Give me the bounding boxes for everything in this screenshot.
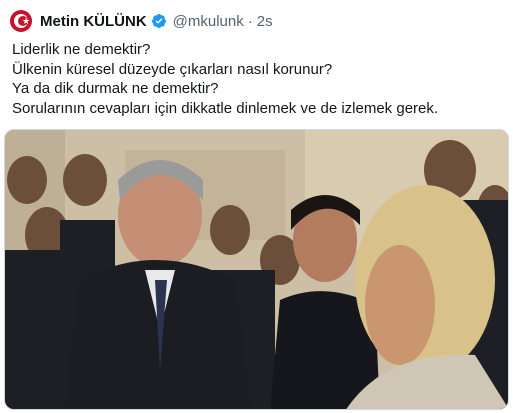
video-frame <box>5 130 508 409</box>
tweet-text-line: Liderlik ne demektir? <box>12 41 151 58</box>
avatar[interactable]: ★ <box>10 10 32 32</box>
tweet-text-line: Ya da dik durmak ne demektir? <box>12 80 219 97</box>
tweet-text-line: Sorularının cevapları için dikkatle dinl… <box>12 99 439 117</box>
tweet-timestamp[interactable]: 2s <box>257 13 273 30</box>
user-handle[interactable]: @mkulunk <box>173 13 244 30</box>
tweet-media-video[interactable] <box>4 129 509 410</box>
separator-dot: · <box>247 12 253 30</box>
star-icon: ★ <box>22 16 31 26</box>
display-name[interactable]: Metin KÜLÜNK <box>40 13 147 30</box>
tweet-text: Liderlik ne demektir? Ülkenin küresel dü… <box>12 40 502 118</box>
tweet-card: ★ Metin KÜLÜNK @mkulunk · 2s Liderlik ne… <box>0 0 513 413</box>
tweet-header: ★ Metin KÜLÜNK @mkulunk · 2s <box>10 10 273 32</box>
tweet-text-line: Ülkenin küresel düzeyde çıkarları nasıl … <box>12 60 333 78</box>
verified-badge-icon <box>151 14 166 28</box>
